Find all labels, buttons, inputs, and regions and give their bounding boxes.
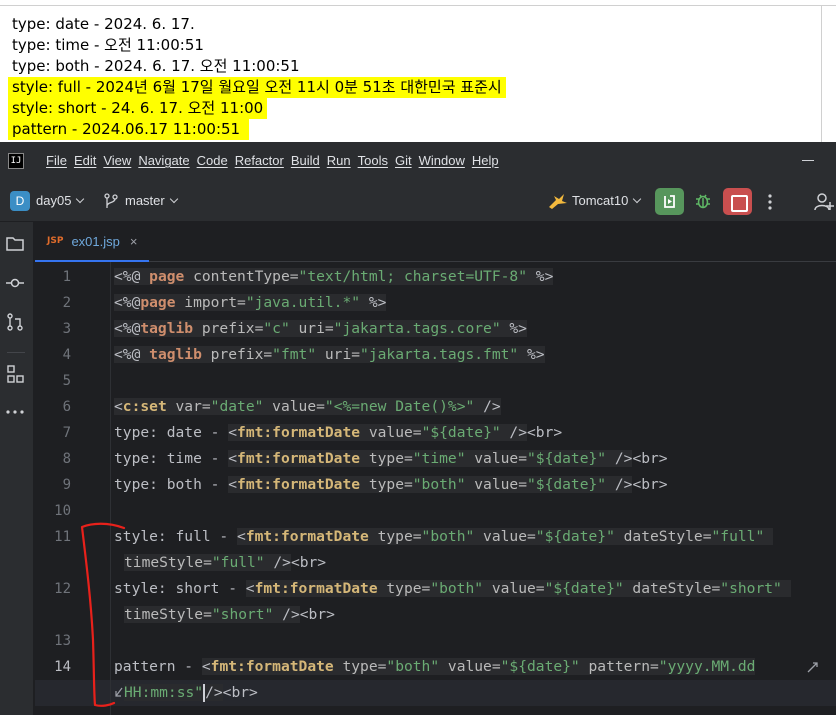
run-config-name: Tomcat10 — [572, 193, 629, 208]
menu-bar: IJ File Edit View Navigate Code Refactor… — [0, 142, 836, 180]
code-line-11-wrapped: timeStyle="full" /><br> — [124, 554, 327, 571]
output-line-full: style: full - 2024년 6월 17일 월요일 오전 11시 0분… — [8, 77, 506, 98]
line-number: 5 — [62, 373, 71, 389]
main-toolbar: D day05 master Tomcat10 — [0, 180, 836, 222]
line-number: 3 — [62, 321, 71, 337]
wrap-continuation-icon — [115, 687, 123, 697]
browser-output-pane: type: date - 2024. 6. 17. type: time - 오… — [0, 0, 836, 142]
menu-git[interactable]: Git — [395, 142, 412, 180]
line-number: 4 — [62, 347, 71, 363]
menu-window[interactable]: Window — [419, 142, 465, 180]
output-right-border — [821, 6, 822, 142]
line-number: 10 — [54, 503, 71, 519]
structure-icon[interactable] — [5, 364, 25, 384]
project-name: day05 — [36, 193, 72, 208]
pull-requests-icon[interactable] — [5, 312, 25, 332]
close-icon[interactable]: × — [130, 234, 138, 249]
rerun-button[interactable] — [655, 188, 684, 215]
minimize-window-icon[interactable] — [802, 160, 814, 161]
tool-strip-separator — [7, 352, 25, 353]
menu-tools[interactable]: Tools — [358, 142, 388, 180]
code-line-12: style: short - <fmt:formatDate type="bot… — [114, 576, 791, 602]
rerun-icon — [664, 195, 675, 208]
editor-tab-bar: JSP ex01.jsp × — [35, 222, 836, 262]
add-user-icon[interactable] — [814, 192, 834, 212]
git-branch-icon — [104, 193, 118, 208]
code-line-2: <%@page import="java.util.*" %> — [114, 294, 387, 311]
code-editor[interactable]: 1 2 3 4 5 6 7 8 9 10 11 12 13 14 <%@ pag… — [35, 262, 836, 715]
chevron-down-icon — [169, 194, 178, 204]
debug-icon[interactable] — [694, 192, 712, 210]
code-line-14: pattern - <fmt:formatDate type="both" va… — [114, 658, 756, 675]
code-line-12-wrapped: timeStyle="short" /><br> — [124, 606, 335, 623]
output-line-short: style: short - 24. 6. 17. 오전 11:00 — [8, 98, 268, 119]
more-tools-icon[interactable] — [5, 402, 25, 422]
line-number: 11 — [54, 529, 71, 545]
menu-view[interactable]: View — [103, 142, 131, 180]
menu-help[interactable]: Help — [472, 142, 499, 180]
code-line-4: <%@ taglib prefix="fmt" uri="jakarta.tag… — [114, 346, 545, 363]
line-number: 1 — [62, 269, 71, 285]
branch-selector[interactable]: master — [125, 180, 178, 222]
code-line-3: <%@taglib prefix="c" uri="jakarta.tags.c… — [114, 320, 527, 337]
output-line-pattern: pattern - 2024.06.17 11:00:51 — [8, 119, 249, 140]
line-number: 12 — [54, 581, 71, 597]
line-number: 9 — [62, 477, 71, 493]
code-line-7: type: date - <fmt:formatDate value="${da… — [114, 424, 563, 441]
chevron-down-icon — [76, 194, 85, 204]
menu-refactor[interactable]: Refactor — [235, 142, 284, 180]
soft-wrap-icon — [807, 662, 818, 673]
line-number: 8 — [62, 451, 71, 467]
main-menu: File Edit View Navigate Code Refactor Bu… — [46, 142, 506, 180]
jsp-file-icon: JSP — [47, 236, 64, 246]
line-number: 13 — [54, 633, 71, 649]
intellij-logo-icon[interactable]: IJ — [8, 153, 24, 169]
output-line-date: type: date - 2024. 6. 17. — [12, 15, 195, 33]
tomcat-icon — [549, 194, 567, 209]
line-number: 14 — [54, 659, 71, 675]
tab-ex01-jsp[interactable]: JSP ex01.jsp × — [35, 222, 150, 262]
output-line-time: type: time - 오전 11:00:51 — [12, 36, 204, 54]
run-configuration-selector[interactable]: Tomcat10 — [572, 180, 642, 222]
code-line-14-wrapped: HH:mm:ss"/><br> — [124, 684, 258, 702]
gutter-separator — [110, 262, 111, 715]
tab-label: ex01.jsp — [71, 233, 120, 249]
more-actions-icon[interactable] — [766, 193, 774, 211]
code-line-1: <%@ page contentType="text/html; charset… — [114, 268, 554, 285]
line-number: 2 — [62, 295, 71, 311]
code-line-8: type: time - <fmt:formatDate type="time"… — [114, 450, 668, 467]
project-selector[interactable]: day05 — [36, 180, 85, 222]
code-line-11: style: full - <fmt:formatDate type="both… — [114, 524, 774, 550]
output-top-border — [0, 0, 836, 6]
project-badge[interactable]: D — [10, 191, 30, 211]
menu-code[interactable]: Code — [197, 142, 228, 180]
output-line-both: type: both - 2024. 6. 17. 오전 11:00:51 — [12, 57, 300, 75]
menu-edit[interactable]: Edit — [74, 142, 96, 180]
menu-run[interactable]: Run — [327, 142, 351, 180]
commit-icon[interactable] — [5, 273, 25, 293]
menu-navigate[interactable]: Navigate — [138, 142, 189, 180]
chevron-down-icon — [633, 194, 642, 204]
left-tool-strip — [0, 222, 34, 715]
branch-name: master — [125, 193, 165, 208]
line-number: 6 — [62, 399, 71, 415]
code-line-9: type: both - <fmt:formatDate type="both"… — [114, 476, 668, 493]
code-line-6: <c:set var="date" value="<%=new Date()%>… — [114, 398, 501, 415]
menu-file[interactable]: File — [46, 142, 67, 180]
stop-button[interactable] — [723, 188, 752, 215]
line-number: 7 — [62, 425, 71, 441]
folder-icon[interactable] — [5, 234, 25, 254]
menu-build[interactable]: Build — [291, 142, 320, 180]
